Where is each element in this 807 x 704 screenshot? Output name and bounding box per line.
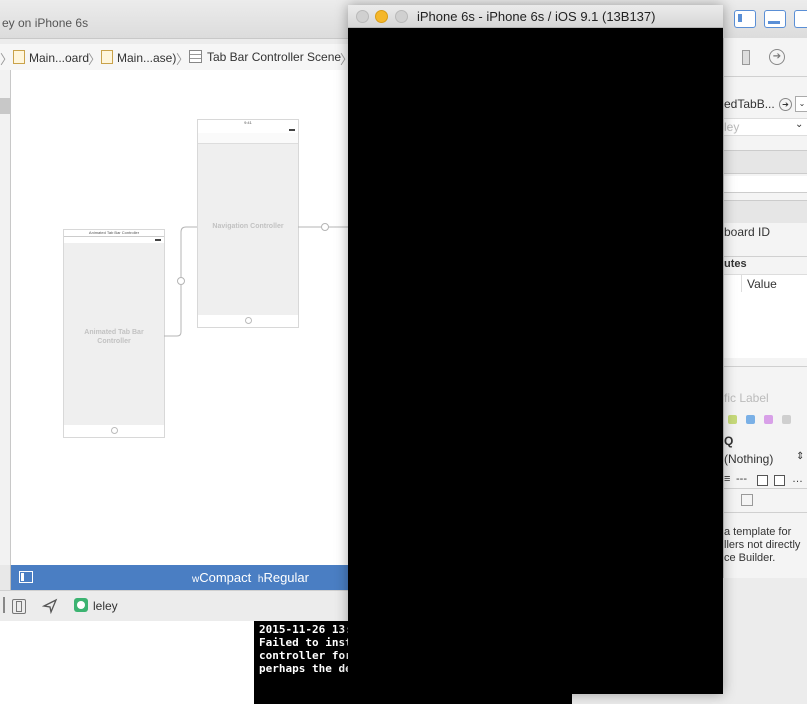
size-bar-edge xyxy=(0,565,11,590)
attributes-table-body[interactable] xyxy=(724,292,807,358)
scheme-destination-text: ey on iPhone 6s xyxy=(2,16,89,30)
more-icon[interactable]: … xyxy=(792,473,803,485)
storyboard-id-row: board ID xyxy=(724,224,807,240)
view-hierarchy-icon[interactable] xyxy=(12,599,26,614)
location-arrow-icon[interactable] xyxy=(42,598,58,614)
help-line: ce Builder. xyxy=(724,552,776,564)
label-color-swatches xyxy=(724,413,807,427)
outline-selection xyxy=(0,98,10,114)
section-header-bar xyxy=(724,150,807,174)
simulator-title-bar[interactable]: iPhone 6s - iPhone 6s / iOS 9.1 (13B137) xyxy=(348,5,723,28)
breadcrumb-chevron-icon: 〉 xyxy=(0,52,14,67)
help-text: a template for llers not directly ce Bui… xyxy=(724,526,807,570)
color-swatch[interactable] xyxy=(746,415,755,424)
label-field[interactable]: fic Label xyxy=(724,389,807,407)
jump-bar: 〉 Main...oard 〉 Main...ase) 〉 Tab Bar Co… xyxy=(0,44,353,71)
quick-help-arrow-icon[interactable]: ➔ xyxy=(769,49,785,65)
label-placeholder: fic Label xyxy=(724,391,769,405)
segue-connections xyxy=(164,223,348,337)
color-swatch[interactable] xyxy=(764,415,773,424)
divider xyxy=(3,597,5,613)
divider xyxy=(724,76,807,77)
divider xyxy=(724,488,807,489)
height-class: Regular xyxy=(263,570,309,585)
nothing-select[interactable]: (Nothing) ⇕ xyxy=(724,450,807,468)
inspector-tab-bar: ➔ xyxy=(724,38,807,76)
checkbox-icon[interactable] xyxy=(774,475,785,486)
module-field[interactable]: ley ⌄ xyxy=(724,118,807,136)
breadcrumb-chevron-icon: 〉 xyxy=(88,52,102,67)
user-defined-attributes-header: utes xyxy=(724,258,747,270)
navigator-toggle-button[interactable] xyxy=(734,10,756,28)
width-class: Compact xyxy=(199,570,252,585)
segue-icon[interactable] xyxy=(321,223,329,231)
chevron-down-icon[interactable]: ⌄ xyxy=(795,96,807,112)
storyboard-file-icon xyxy=(101,50,113,64)
help-line: a template for xyxy=(724,526,792,538)
debug-area-toggle-button[interactable] xyxy=(764,10,786,28)
outline-gutter[interactable] xyxy=(0,70,11,565)
storyboard-file-icon xyxy=(13,50,25,64)
class-field-value: edTabB... xyxy=(724,97,775,111)
module-field-value: ley xyxy=(724,120,740,134)
segue-icon[interactable] xyxy=(177,277,185,285)
process-name[interactable]: leley xyxy=(93,599,118,613)
chevron-down-icon[interactable]: ⌄ xyxy=(795,119,803,130)
checkbox-icon[interactable] xyxy=(757,475,768,486)
file-inspector-icon[interactable] xyxy=(742,50,750,65)
divider xyxy=(724,256,807,257)
size-class-bar[interactable]: wCompact hRegular xyxy=(11,565,348,590)
breadcrumb-item-scene[interactable]: Tab Bar Controller Scene xyxy=(189,50,341,64)
breadcrumb-label: Main...oard xyxy=(29,51,90,65)
stepper-chevrons-icon: ⇕ xyxy=(796,451,805,462)
close-button[interactable] xyxy=(356,10,369,23)
breadcrumb-item-base[interactable]: Main...ase) xyxy=(101,50,176,65)
breadcrumb-label: Tab Bar Controller Scene xyxy=(207,50,342,64)
document-outline-icon[interactable] xyxy=(19,571,33,583)
identity-field[interactable] xyxy=(724,176,807,193)
color-swatch[interactable] xyxy=(782,415,791,424)
minimize-button[interactable] xyxy=(375,10,388,23)
object-library-icon[interactable] xyxy=(741,494,753,506)
utilities-toggle-button[interactable] xyxy=(794,10,807,28)
simulator-window[interactable]: iPhone 6s - iPhone 6s / iOS 9.1 (13B137) xyxy=(348,5,723,694)
size-class-label[interactable]: wCompact hRegular xyxy=(192,570,309,585)
device-screen[interactable] xyxy=(348,28,723,694)
breadcrumb-chevron-icon: 〉 xyxy=(176,52,190,67)
section-label: Q xyxy=(724,434,734,448)
app-icon xyxy=(74,598,88,612)
section-header-bar xyxy=(724,200,807,223)
value-column-header: Value xyxy=(747,277,777,291)
simulator-title: iPhone 6s - iPhone 6s / iOS 9.1 (13B137) xyxy=(417,9,656,24)
scene-icon xyxy=(189,50,202,63)
object-library-tab-bar xyxy=(724,492,807,508)
go-to-class-icon[interactable]: ➔ xyxy=(779,98,792,111)
class-field[interactable]: edTabB... ➔ ⌄ xyxy=(724,96,807,112)
line-end-value: --- xyxy=(736,473,747,485)
attributes-table-header: Value xyxy=(724,274,807,294)
divider xyxy=(724,366,807,367)
line-end-row[interactable]: ≡ --- … xyxy=(724,473,807,487)
debug-toolbar: leley xyxy=(0,590,350,622)
help-line: llers not directly xyxy=(724,539,801,551)
inspector-panel: ➔ edTabB... ➔ ⌄ ley ⌄ board ID utes Valu… xyxy=(723,38,807,578)
lines-icon: ≡ xyxy=(724,473,731,485)
nothing-select-value: (Nothing) xyxy=(724,452,774,466)
color-swatch[interactable] xyxy=(728,415,737,424)
breadcrumb-item-storyboard[interactable]: Main...oard xyxy=(13,50,89,65)
zoom-button[interactable] xyxy=(395,10,408,23)
divider xyxy=(724,512,807,513)
storyboard-id-label: board ID xyxy=(724,225,771,239)
breadcrumb-label: Main...ase) xyxy=(117,51,177,65)
storyboard-canvas[interactable]: Animated Tab Bar Controller Animated Tab… xyxy=(11,70,348,565)
